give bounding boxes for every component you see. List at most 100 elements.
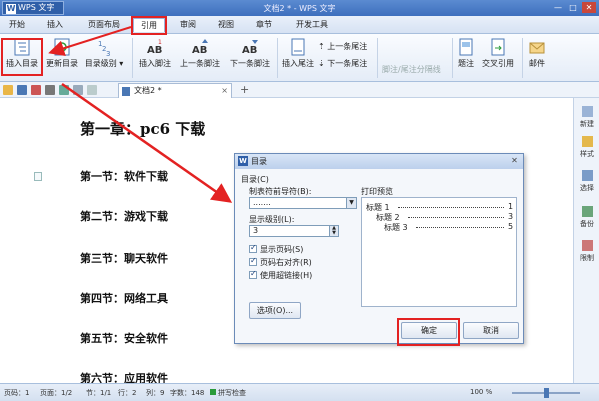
section-heading: 第三节：聊天软件 xyxy=(80,252,168,265)
show-page-numbers-label: 显示页码(S) xyxy=(260,245,304,254)
prev-footnote-icon: AB xyxy=(192,39,208,56)
panel-select[interactable]: 选择 xyxy=(574,170,599,193)
quick-access-bar: 文档2 * × + xyxy=(0,82,599,98)
spell-check-button[interactable]: 拼写检查 xyxy=(210,388,246,398)
insert-footnote-button[interactable]: AB 1 插入脚注 xyxy=(135,38,175,69)
chevron-down-icon: ▼ xyxy=(346,198,356,208)
caption-label: 题注 xyxy=(458,59,474,68)
document-tab-label: 文档2 * xyxy=(134,86,162,95)
status-word-count: 字数：148 xyxy=(170,389,205,397)
status-row: 行：2 xyxy=(118,389,137,397)
mail-button[interactable]: 邮件 xyxy=(526,38,548,69)
open-icon[interactable] xyxy=(3,85,13,95)
svg-text:AB: AB xyxy=(192,45,207,56)
dialog-close-icon[interactable]: ✕ xyxy=(509,156,520,167)
endnote-icon xyxy=(291,38,305,56)
document-tab[interactable]: 文档2 * × xyxy=(118,83,232,98)
toc-level-label: 目录级别 ▾ xyxy=(84,59,124,68)
next-endnote-button[interactable]: ⇣ 下一条尾注 xyxy=(318,58,367,69)
preview-row-3: 标题 3 xyxy=(384,223,408,232)
section-heading: 第二节：游戏下载 xyxy=(80,210,168,223)
section-heading: 第六节：应用软件 xyxy=(80,372,168,383)
restrict-icon xyxy=(581,240,593,251)
print-preview-icon[interactable] xyxy=(59,85,69,95)
cross-reference-label: 交叉引用 xyxy=(482,59,514,68)
ribbon-separator xyxy=(452,38,453,78)
prev-endnote-button[interactable]: ⇡ 上一条尾注 xyxy=(318,41,367,52)
ribbon-references: 插入目录 更新目录 123 目录级别 ▾ AB 1 插入脚注 AB 上一条脚注 A… xyxy=(0,34,599,82)
preview-page-2: 3 xyxy=(508,212,514,221)
maximize-button[interactable]: □ xyxy=(566,2,580,13)
menu-insert[interactable]: 插入 xyxy=(40,18,70,32)
spinner-arrows-icon: ▲ ▼ xyxy=(329,226,338,236)
next-footnote-button[interactable]: AB 下一条脚注 xyxy=(226,38,274,69)
show-page-numbers-checkbox[interactable]: 显示页码(S) xyxy=(249,243,304,255)
cross-reference-button[interactable]: 交叉引用 xyxy=(480,38,516,69)
minimize-button[interactable]: — xyxy=(551,2,565,13)
use-hyperlinks-checkbox[interactable]: 使用超链接(H) xyxy=(249,269,312,281)
next-footnote-label: 下一条脚注 xyxy=(230,59,270,68)
right-align-page-numbers-checkbox[interactable]: 页码右对齐(R) xyxy=(249,256,312,268)
status-pages: 页面：1/2 xyxy=(40,389,73,397)
cancel-button[interactable]: 取消 xyxy=(463,322,519,339)
menu-bar: 开始 插入 页面布局 引用 审阅 视图 章节 开发工具 xyxy=(0,16,599,34)
next-endnote-icon: ⇣ xyxy=(318,59,328,68)
ribbon-separator xyxy=(377,38,378,78)
status-section: 节：1/1 xyxy=(86,389,112,397)
footnote-icon: AB1 xyxy=(147,39,162,56)
wps-logo-icon: W xyxy=(238,156,248,166)
status-col: 列：9 xyxy=(146,389,165,397)
undo-icon[interactable] xyxy=(73,85,83,95)
menu-home[interactable]: 开始 xyxy=(2,18,32,32)
leader-select[interactable]: ....... ▼ xyxy=(249,197,357,209)
save-icon[interactable] xyxy=(17,85,27,95)
insert-footnote-label: 插入脚注 xyxy=(139,59,171,68)
panel-restrict-label: 限制 xyxy=(580,254,594,262)
menu-chapter[interactable]: 章节 xyxy=(250,18,278,32)
dialog-title: 目录 xyxy=(251,157,267,166)
panel-restrict[interactable]: 限制 xyxy=(574,240,599,263)
options-button[interactable]: 选项(O)... xyxy=(249,302,301,319)
menu-review[interactable]: 审阅 xyxy=(174,18,202,32)
levels-value: 3 xyxy=(253,226,259,235)
paragraph-icon[interactable] xyxy=(34,172,42,181)
status-page: 页码：1 xyxy=(4,389,30,397)
checkbox-checked-icon xyxy=(249,269,257,279)
mail-label: 邮件 xyxy=(529,59,545,68)
svg-text:3: 3 xyxy=(106,50,110,56)
caption-icon xyxy=(459,38,473,56)
update-toc-icon xyxy=(54,38,70,56)
menu-page-layout[interactable]: 页面布局 xyxy=(82,18,126,32)
new-icon xyxy=(581,106,593,117)
insert-endnote-button[interactable]: 插入尾注 xyxy=(280,38,316,69)
zoom-slider-handle[interactable] xyxy=(544,388,549,398)
section-heading: 第五节：安全软件 xyxy=(80,332,168,345)
caption-button[interactable]: 题注 xyxy=(455,38,477,69)
toc-level-icon: 123 xyxy=(98,40,110,56)
close-tab-icon[interactable]: × xyxy=(221,84,228,97)
export-pdf-icon[interactable] xyxy=(31,85,41,95)
preview-leader xyxy=(398,207,504,208)
levels-spinner[interactable]: 3 ▲ ▼ xyxy=(249,225,339,237)
spell-check-icon xyxy=(210,389,216,395)
toc-level-dropdown[interactable]: 123 目录级别 ▾ xyxy=(82,38,126,69)
toc-preview: 标题 1 1 标题 2 3 标题 3 5 xyxy=(361,197,517,307)
panel-new[interactable]: 新建 xyxy=(574,106,599,129)
panel-styles[interactable]: 样式 xyxy=(574,136,599,159)
menu-view[interactable]: 视图 xyxy=(212,18,240,32)
prev-footnote-button[interactable]: AB 上一条脚注 xyxy=(178,38,222,69)
leader-label: 制表符前导符(B): xyxy=(249,187,312,196)
menu-developer[interactable]: 开发工具 xyxy=(290,18,334,32)
print-icon[interactable] xyxy=(45,85,55,95)
panel-new-label: 新建 xyxy=(580,120,594,128)
close-button[interactable]: ✕ xyxy=(582,2,596,13)
levels-label: 显示级别(L): xyxy=(249,215,295,224)
cross-reference-icon xyxy=(491,38,505,56)
panel-backup[interactable]: 备份 xyxy=(574,206,599,229)
right-align-label: 页码右对齐(R) xyxy=(260,258,312,267)
update-toc-button[interactable]: 更新目录 xyxy=(44,38,80,69)
new-tab-button[interactable]: + xyxy=(240,83,249,96)
redo-icon[interactable] xyxy=(87,85,97,95)
footnote-separator-button[interactable]: 脚注/尾注分隔线 xyxy=(382,64,441,75)
select-icon xyxy=(581,170,593,181)
